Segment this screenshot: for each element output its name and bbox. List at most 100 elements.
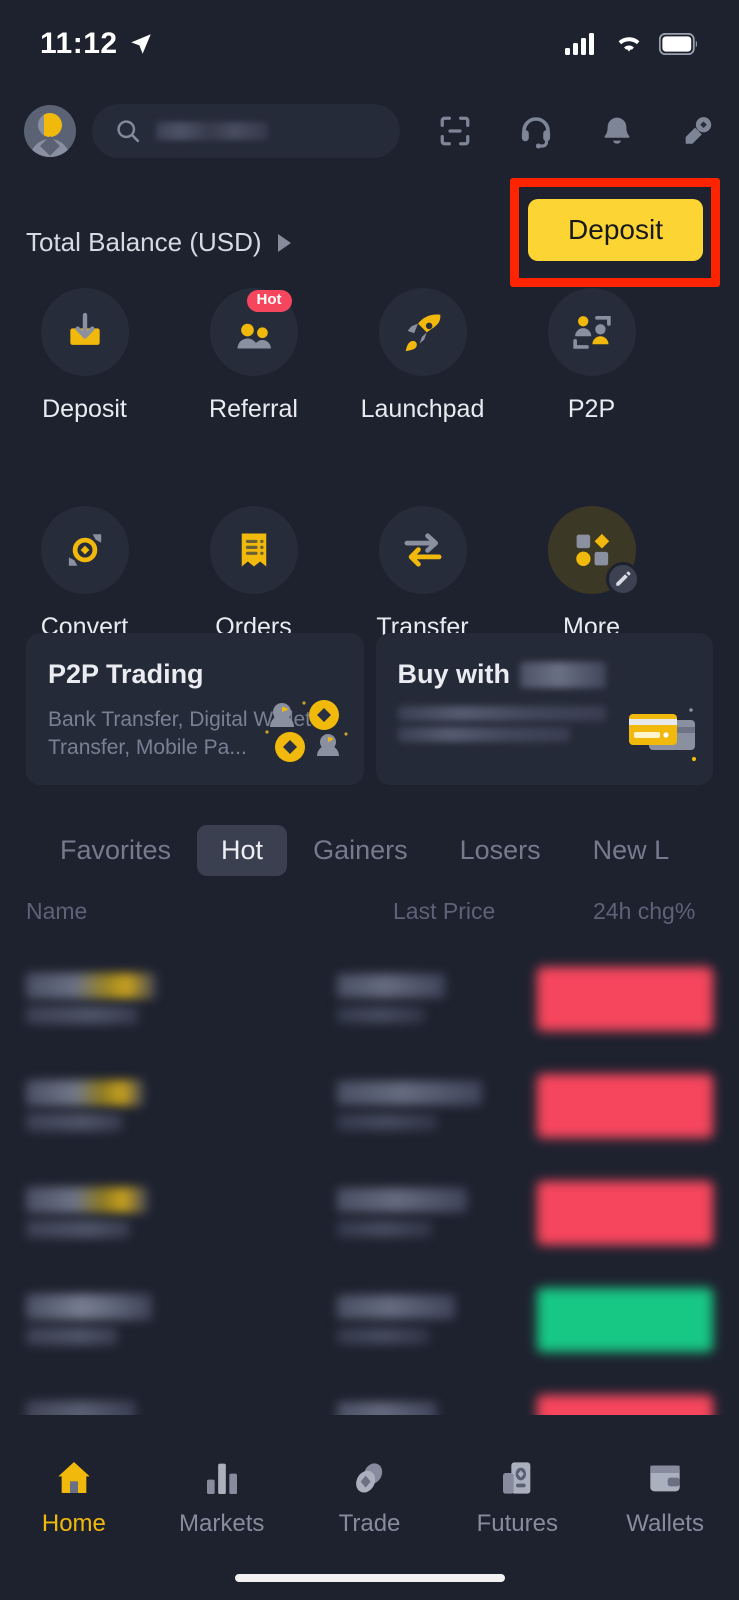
- nav-label: Markets: [179, 1510, 265, 1537]
- wallet-icon: [650, 1465, 680, 1492]
- avatar-head: [38, 113, 62, 137]
- row-name-blurred: [26, 1294, 337, 1345]
- home-icon: [58, 1462, 90, 1493]
- wifi-icon: [618, 37, 640, 52]
- transfer-arrows-icon: [378, 506, 467, 594]
- qr-scan-icon[interactable]: [438, 114, 472, 148]
- row-change-badge: [537, 1180, 713, 1245]
- tab-gainers[interactable]: Gainers: [287, 835, 434, 866]
- nav-item-wallets[interactable]: Wallets: [591, 1458, 739, 1538]
- market-table-body[interactable]: [0, 945, 739, 1415]
- hot-badge: Hot: [246, 290, 292, 312]
- row-change-badge: [537, 1073, 713, 1138]
- promo-card-buy-with[interactable]: Buy with: [375, 633, 713, 785]
- search-icon: [117, 120, 140, 143]
- nav-item-trade[interactable]: Trade: [296, 1458, 444, 1538]
- table-row[interactable]: [0, 1266, 739, 1373]
- quick-action-convert[interactable]: Convert: [0, 506, 169, 642]
- rocket-icon: [378, 288, 467, 376]
- avatar[interactable]: [24, 105, 76, 157]
- futures-doc-icon: [503, 1462, 531, 1494]
- nav-item-home[interactable]: Home: [0, 1458, 148, 1538]
- table-row[interactable]: [0, 1052, 739, 1159]
- promo-title-blurred: [520, 661, 606, 688]
- quick-actions-row-1: Deposit Hot Referral Launchpad P2P: [0, 288, 739, 424]
- promo-cards: P2P Trading Bank Transfer, Digital Walle…: [0, 633, 739, 785]
- row-change-badge: [537, 1287, 713, 1352]
- bell-notification-icon[interactable]: [600, 114, 634, 148]
- column-header-last-price[interactable]: Last Price: [393, 898, 593, 925]
- battery-icon: [659, 33, 697, 55]
- quick-actions-row-2: Convert Orders Transfer More: [0, 506, 739, 642]
- headset-support-icon[interactable]: [518, 113, 554, 149]
- row-price-blurred: [337, 1081, 537, 1130]
- quick-action-label: Deposit: [42, 395, 127, 423]
- more-shapes-icon: [547, 506, 640, 596]
- row-name-blurred: [26, 1401, 337, 1415]
- tab-losers[interactable]: Losers: [434, 835, 567, 866]
- top-bar: [0, 98, 739, 164]
- clock-time: 11:12: [40, 27, 118, 60]
- trade-coins-icon: [356, 1463, 383, 1493]
- location-arrow-icon: [130, 34, 151, 54]
- referral-people-icon: Hot: [209, 288, 298, 376]
- promo-title-row: Buy with: [398, 659, 690, 690]
- table-row[interactable]: [0, 1373, 739, 1415]
- quick-action-more[interactable]: More: [507, 506, 676, 642]
- home-indicator: [234, 1574, 505, 1582]
- quick-action-deposit[interactable]: Deposit: [0, 288, 169, 424]
- promo-title: Buy with: [397, 659, 511, 689]
- row-name-blurred: [26, 1080, 337, 1131]
- column-header-name[interactable]: Name: [26, 898, 393, 925]
- quick-action-label: Launchpad: [360, 395, 485, 423]
- p2p-people-icon: [547, 288, 636, 376]
- top-bar-icons: [438, 113, 714, 149]
- quick-action-transfer[interactable]: Transfer: [338, 506, 507, 642]
- tab-new-listings[interactable]: New L: [567, 835, 696, 866]
- nav-label: Futures: [476, 1510, 558, 1537]
- nav-label: Wallets: [626, 1510, 704, 1537]
- quick-action-label: Referral: [209, 395, 298, 423]
- status-bar: 11:12: [0, 0, 739, 88]
- tab-favorites[interactable]: Favorites: [34, 835, 197, 866]
- row-change-badge: [537, 1394, 713, 1415]
- quick-action-label: P2P: [567, 395, 616, 423]
- promo-card-p2p[interactable]: P2P Trading Bank Transfer, Digital Walle…: [26, 633, 364, 785]
- nav-item-futures[interactable]: Futures: [443, 1458, 591, 1538]
- quick-action-launchpad[interactable]: Launchpad: [338, 288, 507, 424]
- search-input[interactable]: [92, 104, 400, 158]
- row-name-blurred: [26, 1187, 337, 1238]
- deposit-tray-icon: [40, 288, 129, 376]
- signature-pen-icon[interactable]: [680, 114, 714, 148]
- bar-chart-icon: [206, 1463, 237, 1494]
- nav-label: Trade: [338, 1510, 401, 1537]
- row-price-blurred: [337, 1295, 537, 1344]
- quick-action-orders[interactable]: Orders: [169, 506, 338, 642]
- cellular-signal-icon: [565, 33, 594, 55]
- row-name-blurred: [26, 973, 337, 1024]
- row-price-blurred: [337, 1188, 537, 1237]
- edit-pencil-icon[interactable]: [605, 562, 640, 596]
- status-bar-left: 11:12: [40, 27, 154, 61]
- quick-action-p2p[interactable]: P2P: [507, 288, 676, 424]
- deposit-button[interactable]: Deposit: [528, 199, 703, 261]
- nav-item-markets[interactable]: Markets: [148, 1458, 296, 1538]
- row-price-blurred: [337, 974, 537, 1023]
- orders-receipt-icon: [209, 506, 298, 594]
- expand-caret-icon[interactable]: [277, 233, 291, 252]
- column-header-24h-chg[interactable]: 24h chg%: [593, 898, 713, 925]
- row-change-badge: [537, 966, 713, 1031]
- quick-action-referral[interactable]: Hot Referral: [169, 288, 338, 424]
- convert-coin-icon: [40, 506, 129, 594]
- search-placeholder-blurred: [156, 122, 268, 140]
- app-screen: 11:12 Total Balance (USD) Deposit Deposi…: [0, 0, 739, 1600]
- market-table-header: Name Last Price 24h chg%: [0, 898, 739, 925]
- status-bar-right: [565, 32, 699, 56]
- table-row[interactable]: [0, 945, 739, 1052]
- table-row[interactable]: [0, 1159, 739, 1266]
- tab-hot[interactable]: Hot: [197, 824, 288, 876]
- quick-actions: Deposit Hot Referral Launchpad P2P Conve…: [0, 288, 739, 642]
- credit-cards-art: [625, 706, 699, 769]
- promo-title: P2P Trading: [48, 659, 204, 689]
- market-tabs: Favorites Hot Gainers Losers New L: [0, 818, 739, 882]
